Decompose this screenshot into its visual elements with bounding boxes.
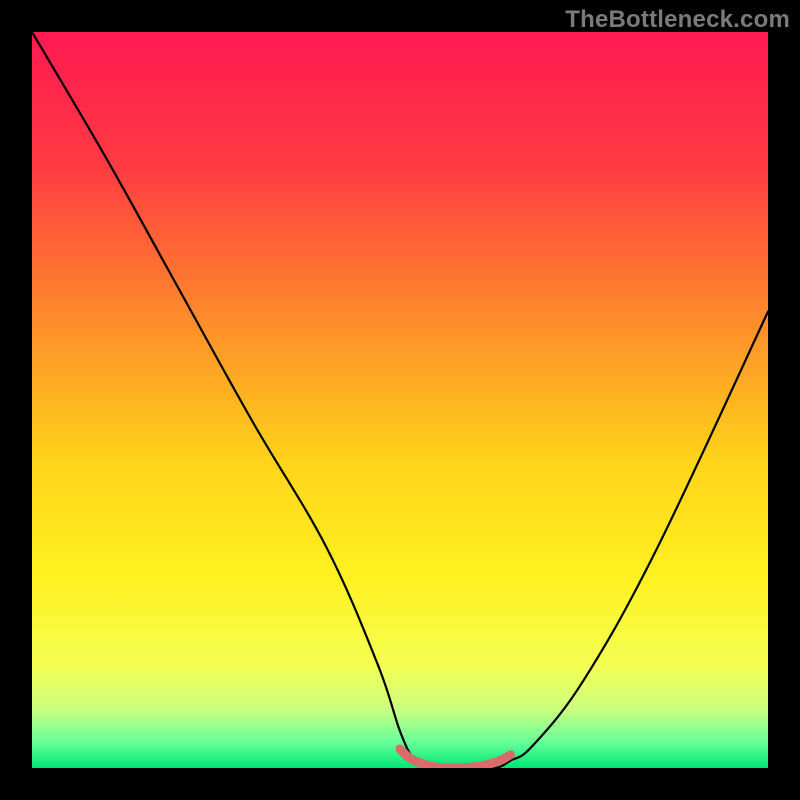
chart-background (32, 32, 768, 768)
bottleneck-chart: TheBottleneck.com (0, 0, 800, 800)
chart-svg (32, 32, 768, 768)
plot-area (32, 32, 768, 768)
watermark-text: TheBottleneck.com (565, 6, 790, 34)
